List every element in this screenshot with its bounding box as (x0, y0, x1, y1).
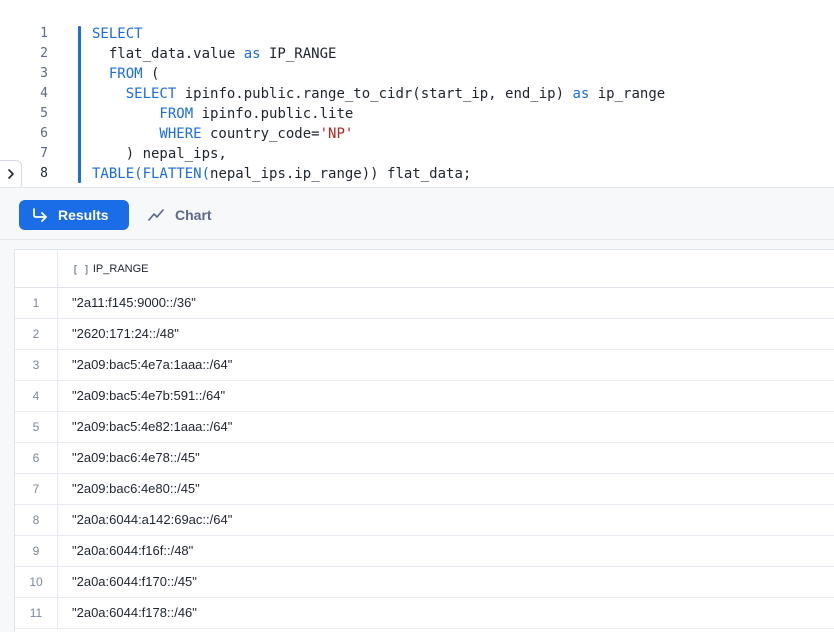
line-number: 4 (40, 86, 48, 101)
sql-identifier: ) nepal_ips, (92, 146, 227, 162)
tab-chart-label: Chart (175, 207, 212, 223)
ip-range-cell[interactable]: "2a0a:6044:f170::/45" (72, 567, 197, 597)
code-line[interactable]: 2 flat_data.value as IP_RANGE (0, 44, 834, 64)
table-row[interactable]: 9 "2a0a:6044:f16f::/48" (15, 536, 834, 567)
ip-range-cell[interactable]: "2620:171:24::/48" (72, 319, 179, 349)
code-text: FROM ( (92, 64, 160, 84)
ip-range-cell[interactable]: "2a11:f145:9000::/36" (72, 288, 196, 318)
sql-identifier: ip_range (589, 86, 666, 102)
row-index: 4 (15, 381, 58, 411)
table-row[interactable]: 5 "2a09:bac5:4e82:1aaa::/64" (15, 412, 834, 443)
line-number: 5 (40, 106, 48, 121)
row-index: 1 (15, 288, 58, 318)
ip-range-cell[interactable]: "2a0a:6044:a142:69ac::/64" (72, 505, 232, 535)
result-tabs-bar: Results Chart (0, 187, 834, 240)
sql-keyword: SELECT (92, 26, 143, 42)
sql-editor[interactable]: 1 SELECT 2 flat_data.value as IP_RANGE 3 FR… (0, 0, 834, 187)
results-panel: [ ] IP_RANGE 1 "2a11:f145:9000::/36"2 "262… (0, 240, 834, 632)
code-text: flat_data.value as IP_RANGE (92, 44, 337, 64)
sql-identifier: country_code= (201, 126, 320, 142)
sql-string: 'NP' (319, 126, 354, 142)
row-index: 5 (15, 412, 58, 442)
sql-keyword: WHERE (92, 126, 202, 142)
table-row[interactable]: 6 "2a09:bac6:4e78::/45" (15, 443, 834, 474)
ip-range-cell[interactable]: "2a09:bac6:4e80::/45" (72, 474, 200, 504)
line-number: 2 (40, 46, 48, 61)
row-index: 3 (15, 350, 58, 380)
line-number: 3 (40, 66, 48, 81)
row-index: 6 (15, 443, 58, 473)
ip-range-cell[interactable]: "2a0a:6044:f16f::/48" (72, 536, 193, 566)
code-line[interactable]: 3 FROM ( (0, 64, 834, 84)
ip-range-cell[interactable]: "2a09:bac5:4e7b:591::/64" (72, 381, 225, 411)
sql-keyword: as (243, 46, 261, 62)
table-row[interactable]: 11 "2a0a:6044:f178::/46" (15, 598, 834, 629)
table-row[interactable]: 8 "2a0a:6044:a142:69ac::/64" (15, 505, 834, 536)
sql-keyword: TABLE(FLATTEN( (92, 166, 211, 182)
ip-range-cell[interactable]: "2a09:bac5:4e82:1aaa::/64" (72, 412, 232, 442)
table-row[interactable]: 1 "2a11:f145:9000::/36" (15, 288, 834, 319)
sql-identifier: IP_RANGE (260, 46, 337, 62)
ip-range-cell[interactable]: "2a09:bac6:4e78::/45" (72, 443, 200, 473)
code-text: SELECT (92, 24, 143, 44)
return-arrow-icon (32, 208, 58, 222)
table-row[interactable]: 10 "2a0a:6044:f170::/45" (15, 567, 834, 598)
line-number: 6 (40, 126, 48, 141)
panel-toggle-button[interactable] (0, 160, 22, 190)
table-row[interactable]: 2 "2620:171:24::/48" (15, 319, 834, 350)
table-row[interactable]: 3 "2a09:bac5:4e7a:1aaa::/64" (15, 350, 834, 381)
trend-line-icon (148, 209, 175, 221)
sql-identifier: flat_data.value (92, 46, 244, 62)
code-text: FROM ipinfo.public.lite (92, 104, 353, 124)
chevron-right-icon (6, 166, 16, 184)
sql-identifier: ipinfo.public.lite (193, 106, 354, 122)
code-line[interactable]: 6 WHERE country_code='NP' (0, 124, 834, 144)
sql-identifier: ipinfo.public.range_to_cidr(start_ip, en… (176, 86, 573, 102)
tab-results[interactable]: Results (19, 200, 129, 230)
array-type-icon: [ ] (72, 262, 90, 276)
sql-identifier: ( (142, 66, 160, 82)
row-index-header (15, 250, 58, 288)
sql-identifier: nepal_ips.ip_range)) flat_data; (210, 166, 472, 182)
code-text: SELECT ipinfo.public.range_to_cidr(start… (92, 84, 665, 104)
column-header-ip-range[interactable]: [ ] IP_RANGE (72, 250, 149, 288)
row-index: 10 (15, 567, 58, 597)
sql-keyword: as (572, 86, 590, 102)
code-text: ) nepal_ips, (92, 144, 227, 164)
sql-keyword: SELECT (92, 86, 177, 102)
row-index: 7 (15, 474, 58, 504)
sql-keyword: FROM (92, 106, 194, 122)
sql-keyword: FROM (92, 66, 143, 82)
code-line[interactable]: 1 SELECT (0, 24, 834, 44)
line-number: 1 (40, 26, 48, 41)
code-text: TABLE(FLATTEN(nepal_ips.ip_range)) flat_… (92, 164, 471, 184)
row-index: 9 (15, 536, 58, 566)
code-line[interactable]: 4 SELECT ipinfo.public.range_to_cidr(sta… (0, 84, 834, 104)
row-index: 8 (15, 505, 58, 535)
code-text: WHERE country_code='NP' (92, 124, 353, 144)
ip-range-cell[interactable]: "2a0a:6044:f178::/46" (72, 598, 197, 628)
table-row[interactable]: 4 "2a09:bac5:4e7b:591::/64" (15, 381, 834, 412)
code-line[interactable]: 7 ) nepal_ips, (0, 144, 834, 164)
code-line[interactable]: 8 TABLE(FLATTEN(nepal_ips.ip_range)) flat… (0, 164, 834, 184)
grid-header: [ ] IP_RANGE (15, 250, 834, 288)
results-grid[interactable]: [ ] IP_RANGE 1 "2a11:f145:9000::/36"2 "262… (14, 249, 834, 632)
row-index: 2 (15, 319, 58, 349)
table-row[interactable]: 7 "2a09:bac6:4e80::/45" (15, 474, 834, 505)
column-name: IP_RANGE (92, 263, 149, 275)
code-line[interactable]: 5 FROM ipinfo.public.lite (0, 104, 834, 124)
tab-chart[interactable]: Chart (148, 200, 212, 230)
tab-results-label: Results (58, 207, 109, 223)
ip-range-cell[interactable]: "2a09:bac5:4e7a:1aaa::/64" (72, 350, 232, 380)
row-index: 11 (15, 598, 58, 628)
